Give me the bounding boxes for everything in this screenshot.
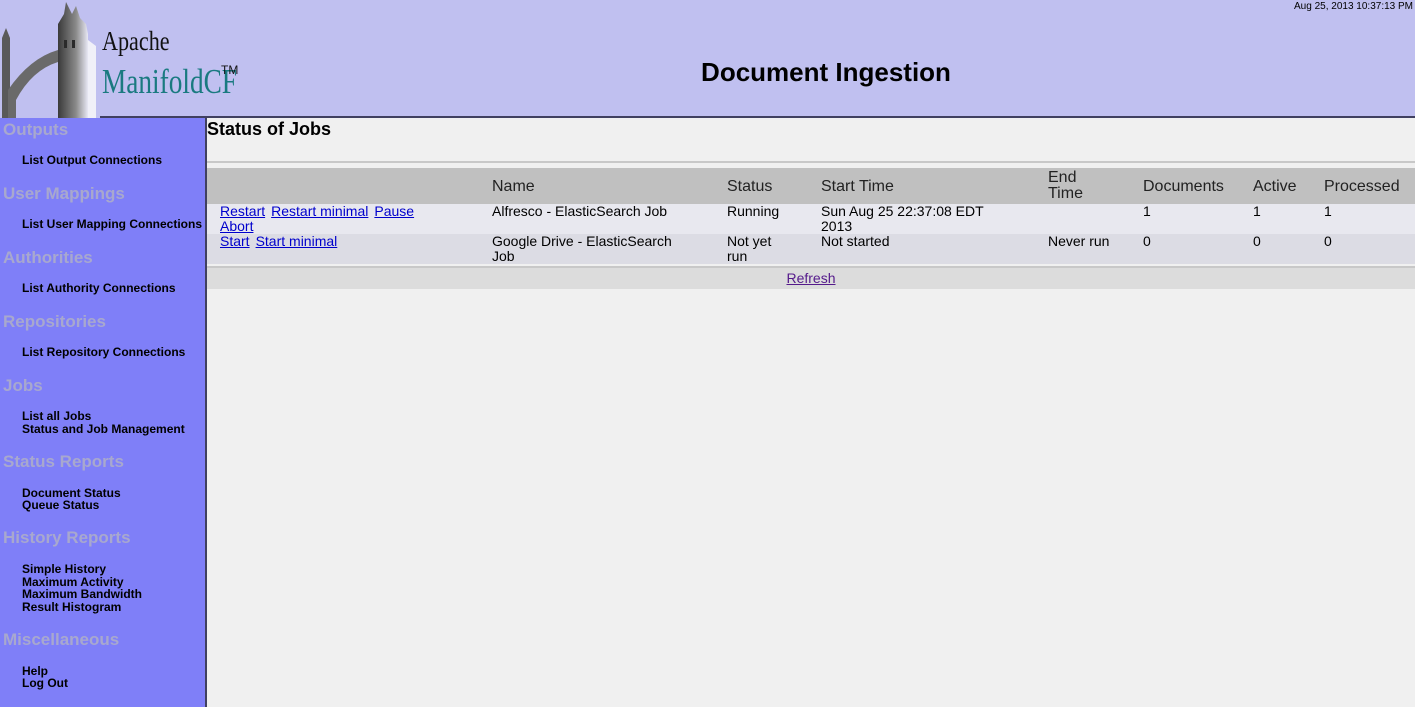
page-title: Document Ingestion <box>701 57 951 87</box>
column-header-end-time-line1: End <box>1048 169 1077 186</box>
nav-section-repositories: Repositories <box>3 312 106 331</box>
nav-link-list-user-mapping-connections[interactable]: List User Mapping Connections <box>22 217 202 231</box>
column-header-processed: Processed <box>1324 178 1400 195</box>
column-header-name: Name <box>492 178 535 195</box>
pause-link[interactable]: Pause <box>374 203 414 219</box>
main-content: Status of Jobs Name Status Start Time En… <box>207 118 1415 707</box>
start-minimal-link[interactable]: Start minimal <box>256 233 338 249</box>
column-header-status: Status <box>727 178 773 195</box>
column-header-end-time-line2: Time <box>1048 185 1083 202</box>
column-header-active: Active <box>1253 178 1297 195</box>
job-start-time-line1: Sun Aug 25 22:37:08 EDT <box>821 203 984 219</box>
row-actions: Start Start minimal <box>220 234 490 249</box>
job-active: 1 <box>1253 203 1261 219</box>
nav-link-log-out[interactable]: Log Out <box>22 676 68 690</box>
job-end-time: Never run <box>1048 233 1110 249</box>
logo-manifoldcf-text: ManifoldCF <box>102 62 238 101</box>
abort-link[interactable]: Abort <box>220 218 253 234</box>
sidebar-navigation: Outputs List Output Connections User Map… <box>0 118 207 707</box>
start-link[interactable]: Start <box>220 233 250 249</box>
nav-section-status-reports: Status Reports <box>3 452 124 471</box>
manifoldcf-logo[interactable]: Apache ManifoldCF TM <box>0 0 240 118</box>
nav-section-jobs: Jobs <box>3 376 43 395</box>
refresh-bar: Refresh <box>207 268 1415 289</box>
nav-section-history-reports: History Reports <box>3 528 131 547</box>
job-status-line2: run <box>727 248 748 264</box>
logo-apache-text: Apache <box>102 26 170 56</box>
table-row: Restart Restart minimal Pause Abort Alfres… <box>207 204 1415 234</box>
nav-link-simple-history[interactable]: Simple History <box>22 562 106 576</box>
job-status: Running <box>727 203 780 219</box>
nav-link-list-authority-connections[interactable]: List Authority Connections <box>22 281 176 295</box>
job-status-line1: Not yet <box>727 233 772 249</box>
job-processed: 1 <box>1324 203 1332 219</box>
job-name: Alfresco - ElasticSearch Job <box>492 203 668 219</box>
nav-link-maximum-bandwidth[interactable]: Maximum Bandwidth <box>22 587 142 601</box>
job-name-line2: Job <box>492 248 515 264</box>
job-active: 0 <box>1253 233 1261 249</box>
table-row: Start Start minimal Google Drive - Elasti… <box>207 234 1415 264</box>
row-actions: Restart Restart minimal Pause <box>220 204 490 219</box>
table-header: Name Status Start Time End Time Document… <box>207 168 1415 204</box>
timestamp: Aug 25, 2013 10:37:13 PM <box>1294 1 1413 12</box>
nav-section-user-mappings: User Mappings <box>3 184 125 203</box>
bridge-tower-icon <box>0 0 100 118</box>
section-title: Status of Jobs <box>207 119 332 139</box>
nav-section-miscellaneous: Miscellaneous <box>3 630 120 649</box>
restart-minimal-link[interactable]: Restart minimal <box>271 203 368 219</box>
job-documents: 1 <box>1143 203 1151 219</box>
nav-link-queue-status[interactable]: Queue Status <box>22 498 99 512</box>
nav-section-authorities: Authorities <box>3 248 93 267</box>
logo-trademark: TM <box>221 63 239 77</box>
job-start-time-line2: 2013 <box>821 218 853 234</box>
nav-section-outputs: Outputs <box>3 120 69 139</box>
nav-link-status-and-job-management[interactable]: Status and Job Management <box>22 422 185 436</box>
header-bar: Apache ManifoldCF TM Document Ingestion … <box>0 0 1415 118</box>
restart-link[interactable]: Restart <box>220 203 265 219</box>
column-header-documents: Documents <box>1143 178 1224 195</box>
nav-link-list-all-jobs[interactable]: List all Jobs <box>22 409 91 423</box>
nav-link-list-output-connections[interactable]: List Output Connections <box>22 153 162 167</box>
nav-link-list-repository-connections[interactable]: List Repository Connections <box>22 345 185 359</box>
row-actions-line2: Abort <box>220 219 259 234</box>
job-documents: 0 <box>1143 233 1151 249</box>
column-header-start-time: Start Time <box>821 178 894 195</box>
refresh-link[interactable]: Refresh <box>786 270 835 286</box>
nav-link-result-histogram[interactable]: Result Histogram <box>22 600 121 614</box>
divider-top <box>207 161 1415 163</box>
job-processed: 0 <box>1324 233 1332 249</box>
job-name-line1: Google Drive - ElasticSearch <box>492 233 672 249</box>
job-start-time: Not started <box>821 233 890 249</box>
